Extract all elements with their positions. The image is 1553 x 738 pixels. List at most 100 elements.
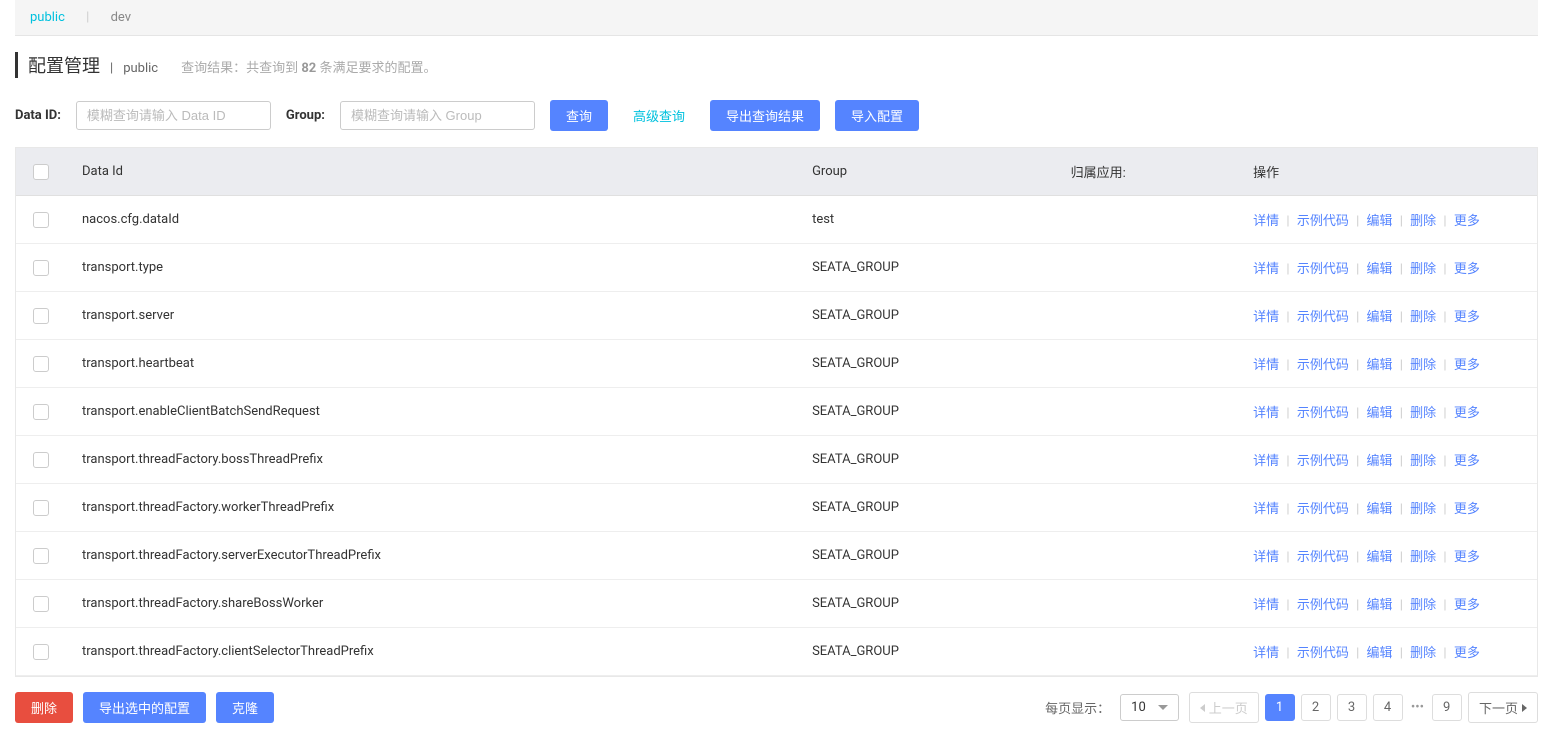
action-sample[interactable]: 示例代码 (1297, 310, 1349, 325)
action-edit[interactable]: 编辑 (1367, 598, 1393, 613)
delete-button[interactable]: 删除 (15, 692, 73, 723)
action-more[interactable]: 更多 (1454, 550, 1480, 565)
cell-actions: 详情 | 示例代码 | 编辑 | 删除 | 更多 (1237, 580, 1537, 628)
export-result-button[interactable]: 导出查询结果 (710, 100, 820, 131)
page-sub-divider: | (110, 61, 113, 76)
action-detail[interactable]: 详情 (1253, 358, 1279, 373)
action-edit[interactable]: 编辑 (1367, 406, 1393, 421)
row-checkbox[interactable] (33, 308, 49, 324)
action-more[interactable]: 更多 (1454, 310, 1480, 325)
action-delete[interactable]: 删除 (1410, 406, 1436, 421)
cell-actions: 详情 | 示例代码 | 编辑 | 删除 | 更多 (1237, 436, 1537, 484)
row-checkbox[interactable] (33, 452, 49, 468)
page-3-button[interactable]: 3 (1337, 694, 1367, 721)
action-detail[interactable]: 详情 (1253, 502, 1279, 517)
cell-dataid: transport.server (66, 292, 796, 340)
action-edit[interactable]: 编辑 (1367, 454, 1393, 469)
action-delete[interactable]: 删除 (1410, 358, 1436, 373)
action-delete[interactable]: 删除 (1410, 502, 1436, 517)
cell-actions: 详情 | 示例代码 | 编辑 | 删除 | 更多 (1237, 292, 1537, 340)
action-sample[interactable]: 示例代码 (1297, 406, 1349, 421)
cell-app (1055, 580, 1238, 628)
action-more[interactable]: 更多 (1454, 502, 1480, 517)
tab-public[interactable]: public (30, 10, 65, 25)
row-checkbox[interactable] (33, 356, 49, 372)
action-detail[interactable]: 详情 (1253, 550, 1279, 565)
prev-page-button[interactable]: 上一页 (1189, 692, 1259, 723)
action-sample[interactable]: 示例代码 (1297, 262, 1349, 277)
action-more[interactable]: 更多 (1454, 598, 1480, 613)
row-checkbox[interactable] (33, 548, 49, 564)
next-page-button[interactable]: 下一页 (1468, 692, 1538, 723)
action-edit[interactable]: 编辑 (1367, 646, 1393, 661)
action-edit[interactable]: 编辑 (1367, 550, 1393, 565)
row-checkbox[interactable] (33, 260, 49, 276)
chevron-left-icon (1200, 704, 1205, 712)
action-more[interactable]: 更多 (1454, 358, 1480, 373)
footer-left-actions: 删除 导出选中的配置 克隆 (15, 692, 274, 723)
chevron-down-icon (1158, 705, 1168, 710)
action-sample[interactable]: 示例代码 (1297, 358, 1349, 373)
action-sample[interactable]: 示例代码 (1297, 502, 1349, 517)
page-title-wrap: 配置管理 | public (15, 52, 158, 78)
page-size-label: 每页显示： (1045, 698, 1110, 717)
action-sample[interactable]: 示例代码 (1297, 598, 1349, 613)
page-2-button[interactable]: 2 (1301, 694, 1331, 721)
action-sample[interactable]: 示例代码 (1297, 550, 1349, 565)
cell-app (1055, 628, 1238, 676)
action-sample[interactable]: 示例代码 (1297, 646, 1349, 661)
action-more[interactable]: 更多 (1454, 214, 1480, 229)
action-edit[interactable]: 编辑 (1367, 358, 1393, 373)
action-delete[interactable]: 删除 (1410, 310, 1436, 325)
import-config-button[interactable]: 导入配置 (835, 100, 919, 131)
row-checkbox[interactable] (33, 212, 49, 228)
action-delete[interactable]: 删除 (1410, 598, 1436, 613)
page-1-button[interactable]: 1 (1265, 694, 1295, 721)
action-edit[interactable]: 编辑 (1367, 310, 1393, 325)
cell-dataid: transport.enableClientBatchSendRequest (66, 388, 796, 436)
advanced-query-link[interactable]: 高级查询 (623, 100, 695, 131)
export-selected-button[interactable]: 导出选中的配置 (83, 692, 206, 723)
row-checkbox[interactable] (33, 404, 49, 420)
cell-app (1055, 532, 1238, 580)
action-delete[interactable]: 删除 (1410, 454, 1436, 469)
action-more[interactable]: 更多 (1454, 406, 1480, 421)
tab-dev[interactable]: dev (111, 10, 131, 25)
header-action: 操作 (1237, 148, 1537, 196)
action-edit[interactable]: 编辑 (1367, 214, 1393, 229)
dataid-label: Data ID: (15, 108, 61, 123)
cell-actions: 详情 | 示例代码 | 编辑 | 删除 | 更多 (1237, 196, 1537, 244)
action-delete[interactable]: 删除 (1410, 262, 1436, 277)
action-delete[interactable]: 删除 (1410, 214, 1436, 229)
table-row: transport.heartbeat SEATA_GROUP 详情 | 示例代… (16, 340, 1537, 388)
action-sample[interactable]: 示例代码 (1297, 454, 1349, 469)
action-detail[interactable]: 详情 (1253, 310, 1279, 325)
action-detail[interactable]: 详情 (1253, 406, 1279, 421)
action-more[interactable]: 更多 (1454, 646, 1480, 661)
action-detail[interactable]: 详情 (1253, 454, 1279, 469)
action-more[interactable]: 更多 (1454, 454, 1480, 469)
clone-button[interactable]: 克隆 (216, 692, 274, 723)
action-more[interactable]: 更多 (1454, 262, 1480, 277)
action-detail[interactable]: 详情 (1253, 262, 1279, 277)
action-detail[interactable]: 详情 (1253, 646, 1279, 661)
page-last-button[interactable]: 9 (1432, 694, 1462, 721)
page-title: 配置管理 (28, 52, 100, 78)
row-checkbox[interactable] (33, 596, 49, 612)
cell-dataid: transport.threadFactory.workerThreadPref… (66, 484, 796, 532)
dataid-input[interactable] (76, 101, 271, 130)
row-checkbox[interactable] (33, 500, 49, 516)
query-button[interactable]: 查询 (550, 100, 608, 131)
action-edit[interactable]: 编辑 (1367, 502, 1393, 517)
page-4-button[interactable]: 4 (1373, 694, 1403, 721)
action-delete[interactable]: 删除 (1410, 550, 1436, 565)
action-detail[interactable]: 详情 (1253, 598, 1279, 613)
action-delete[interactable]: 删除 (1410, 646, 1436, 661)
page-size-select[interactable]: 10 (1120, 694, 1179, 721)
select-all-checkbox[interactable] (33, 164, 49, 180)
group-input[interactable] (340, 101, 535, 130)
action-sample[interactable]: 示例代码 (1297, 214, 1349, 229)
action-detail[interactable]: 详情 (1253, 214, 1279, 229)
row-checkbox[interactable] (33, 644, 49, 660)
action-edit[interactable]: 编辑 (1367, 262, 1393, 277)
